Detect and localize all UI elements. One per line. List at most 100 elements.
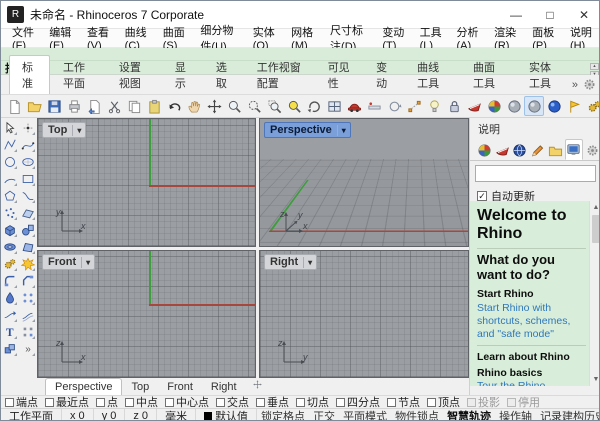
osnap-checkbox-最近点[interactable] (45, 398, 54, 407)
new-document-icon[interactable] (4, 96, 24, 116)
osnap-checkbox-节点[interactable] (387, 398, 396, 407)
rendered-color-sphere-icon[interactable] (484, 96, 504, 116)
lock-icon[interactable] (444, 96, 464, 116)
sidebar-more-icon[interactable]: » (20, 341, 36, 357)
car-icon[interactable] (344, 96, 364, 116)
ellipse-icon[interactable] (20, 154, 36, 170)
deform-icon[interactable] (20, 239, 36, 255)
panel-gear-icon[interactable] (584, 141, 600, 160)
display-wedge-tab-icon[interactable] (494, 141, 511, 160)
status-cell-y 0[interactable]: y 0 (94, 409, 126, 421)
status-toggle-正交[interactable]: 正交 (309, 408, 339, 421)
viewport-top-label[interactable]: Top ▾ (42, 122, 86, 138)
osnap-checkbox-顶点[interactable] (427, 398, 436, 407)
paste-icon[interactable] (144, 96, 164, 116)
zoom-dynamic-icon[interactable] (244, 96, 264, 116)
viewport-tab-Perspective[interactable]: Perspective (45, 378, 122, 395)
circle-icon[interactable] (2, 154, 18, 170)
help-monitor-icon[interactable] (565, 139, 584, 160)
drop-icon[interactable] (2, 290, 18, 306)
osnap-checkbox-投影[interactable] (467, 398, 476, 407)
status-toggle-记录建构历史[interactable]: 记录建构历史 (536, 408, 600, 421)
select-pointer-icon[interactable] (2, 120, 18, 136)
control-curve-icon[interactable] (20, 137, 36, 153)
block-icon[interactable] (2, 341, 18, 357)
offset-curve-icon[interactable] (20, 307, 36, 323)
viewport-top-caret-icon[interactable]: ▾ (72, 125, 85, 136)
toolbar-tab-设置视图[interactable]: 设置视图 (106, 55, 162, 94)
save-icon[interactable] (44, 96, 64, 116)
shaded-sphere-icon-2[interactable] (524, 96, 544, 116)
visibility-bulb-icon[interactable] (424, 96, 444, 116)
extend-curve-icon[interactable] (2, 307, 18, 323)
osnap-checkbox-交点[interactable] (216, 398, 225, 407)
point-edit-icon[interactable] (404, 96, 424, 116)
status-cell-默认值[interactable]: 默认值 (196, 409, 257, 421)
fillet-icon[interactable] (2, 273, 18, 289)
auto-update-checkbox[interactable]: ✓ (477, 191, 487, 201)
flag-icon[interactable] (564, 96, 584, 116)
command-scroll-up-button[interactable]: ▲ (590, 63, 599, 70)
toolbar-tab-可见性[interactable]: 可见性 (315, 55, 363, 94)
toolbar-tabs-gear-icon[interactable] (580, 75, 599, 94)
boolean-gears-icon[interactable] (2, 256, 18, 272)
viewport-top[interactable]: Top ▾ yx (37, 118, 256, 247)
torus-icon[interactable] (2, 239, 18, 255)
scrollbar-thumb[interactable] (592, 215, 600, 243)
arc-icon[interactable] (2, 171, 18, 187)
status-cell-z 0[interactable]: z 0 (125, 409, 157, 421)
status-toggle-操作轴[interactable]: 操作轴 (495, 408, 536, 421)
rendered-blue-sphere-icon[interactable] (544, 96, 564, 116)
rotate-view-icon[interactable] (304, 96, 324, 116)
osnap-checkbox-端点[interactable] (5, 398, 14, 407)
osnap-checkbox-点[interactable] (96, 398, 105, 407)
cut-icon[interactable] (104, 96, 124, 116)
viewport-right-caret-icon[interactable]: ▾ (303, 257, 316, 268)
gears-options-icon[interactable] (584, 96, 600, 116)
notes-pencil-icon[interactable] (529, 141, 546, 160)
status-cell-工作平面[interactable]: 工作平面 (1, 409, 62, 421)
osnap-checkbox-停用[interactable] (507, 398, 516, 407)
toolbar-tab-曲线工具[interactable]: 曲线工具 (404, 55, 460, 94)
sphere-solids-icon[interactable] (20, 222, 36, 238)
blend-curve-icon[interactable] (20, 188, 36, 204)
dot-grid-icon[interactable] (20, 324, 36, 340)
viewport-tab-Top[interactable]: Top (122, 379, 158, 395)
properties-color-wheel-icon[interactable] (476, 141, 493, 160)
toolbar-tabs-overflow[interactable]: » (572, 79, 578, 91)
point-cloud-icon[interactable] (2, 205, 18, 221)
viewport-perspective-caret-icon[interactable]: ▾ (337, 125, 350, 136)
toolbar-tab-工作平面[interactable]: 工作平面 (50, 55, 106, 94)
status-toggle-智慧轨迹[interactable]: 智慧轨迹 (443, 408, 495, 421)
toolbar-tab-实体工具[interactable]: 实体工具 (516, 55, 572, 94)
viewport-front-caret-icon[interactable]: ▾ (81, 257, 94, 268)
status-cell-x 0[interactable]: x 0 (62, 409, 94, 421)
web-sphere-icon[interactable] (511, 141, 528, 160)
osnap-checkbox-切点[interactable] (296, 398, 305, 407)
tour-rhino-link[interactable]: Tour the Rhino (477, 380, 586, 386)
box-icon[interactable] (2, 222, 18, 238)
scroll-down-icon[interactable]: ▼ (590, 373, 600, 386)
viewport-tab-Right[interactable]: Right (202, 379, 246, 395)
help-search-input[interactable] (475, 165, 596, 182)
shaded-sphere-icon[interactable] (504, 96, 524, 116)
help-scrollbar[interactable]: ▲ ▼ (589, 201, 600, 386)
osnap-checkbox-中心点[interactable] (165, 398, 174, 407)
osnap-checkbox-垂点[interactable] (256, 398, 265, 407)
toolbar-tab-曲面工具[interactable]: 曲面工具 (460, 55, 516, 94)
pan-view-icon[interactable] (184, 96, 204, 116)
libraries-folder-icon[interactable] (547, 141, 564, 160)
viewport-right-label[interactable]: Right ▾ (264, 254, 317, 270)
surface-icon[interactable] (20, 205, 36, 221)
circular-arrow-icon[interactable] (384, 96, 404, 116)
viewport-perspective-label[interactable]: Perspective ▾ (264, 122, 351, 138)
open-file-icon[interactable] (24, 96, 44, 116)
status-toggle-锁定格点[interactable]: 锁定格点 (257, 408, 309, 421)
polyline-icon[interactable] (2, 137, 18, 153)
toolbar-tab-选取[interactable]: 选取 (203, 55, 244, 94)
viewport-right[interactable]: Right ▾ zy (259, 250, 469, 378)
polygon-icon[interactable] (2, 188, 18, 204)
viewport-layout-icon[interactable] (324, 96, 344, 116)
toolbar-tab-显示[interactable]: 显示 (162, 55, 203, 94)
copy-icon[interactable] (124, 96, 144, 116)
